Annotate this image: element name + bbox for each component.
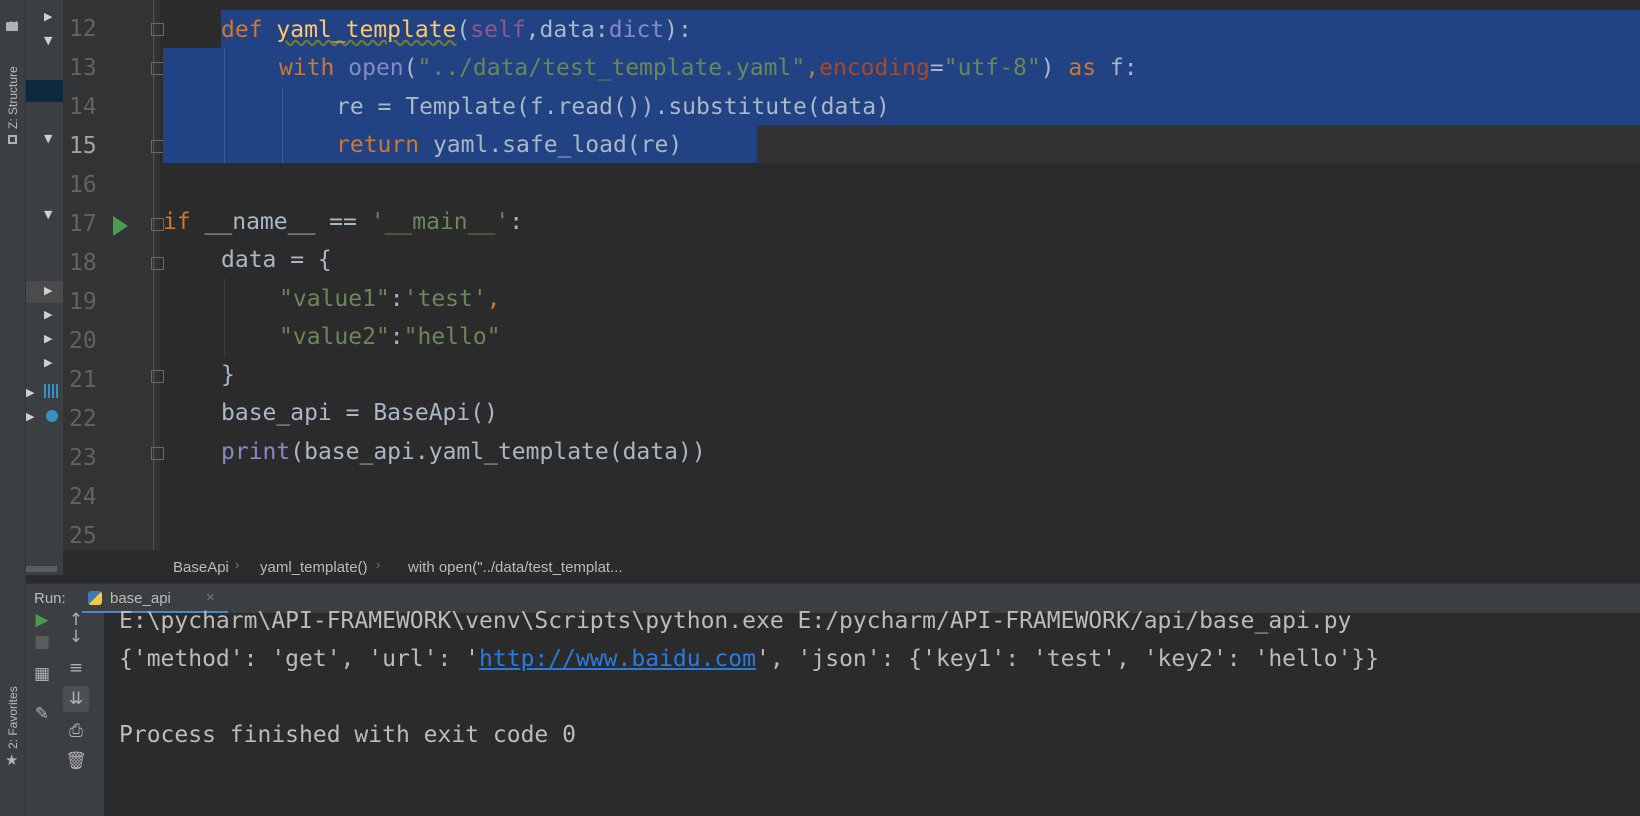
soft-wrap-icon[interactable]: ≡ — [63, 655, 89, 681]
structure-panel: ▶ ▼ ▼ ▼ ▶ ▶ ▶ ▶ ▶ ▶ — [26, 0, 63, 575]
collapse-arrow-icon[interactable]: ▼ — [44, 34, 52, 47]
breadcrumb: BaseApi › yaml_template() › with open(".… — [63, 550, 1640, 584]
expand-arrow-icon[interactable]: ▶ — [44, 356, 52, 369]
collapse-arrow-icon[interactable]: ▼ — [44, 208, 52, 221]
trash-icon[interactable]: 🗑 — [63, 748, 89, 774]
code-line-13: with open("../data/test_template.yaml",e… — [279, 55, 1138, 81]
favorites-label: 2: Favorites — [6, 686, 20, 749]
code-line-20: "value2":"hello" — [279, 324, 501, 350]
expand-arrow-icon[interactable]: ▶ — [26, 386, 34, 399]
breadcrumb-item-method[interactable]: yaml_template() — [260, 559, 368, 576]
run-gutter-icon[interactable] — [113, 216, 128, 236]
indent-guide — [224, 278, 225, 356]
code-editor[interactable]: 12 13 14 15 16 17 18 19 20 21 22 23 24 2… — [63, 0, 1640, 550]
star-icon: ★ — [5, 751, 19, 769]
arrow-down-icon[interactable]: ↓ — [63, 624, 89, 650]
run-toolbar: ▶ ■ ▦ ✎ ↑ ↓ ≡ ⇊ ⎙ 🗑 — [26, 610, 104, 816]
run-label: Run: — [34, 590, 66, 607]
line-number: 13 — [69, 55, 97, 81]
expand-arrow-icon[interactable]: ▶ — [26, 410, 34, 423]
line-number: 17 — [69, 211, 97, 237]
breadcrumb-item-class[interactable]: BaseApi — [173, 559, 229, 576]
breadcrumb-separator: › — [376, 557, 381, 572]
expand-arrow-icon[interactable]: ▶ — [44, 332, 52, 345]
line-number: 22 — [69, 406, 97, 432]
code-line-14: re = Template(f.read()).substitute(data) — [336, 94, 890, 120]
line-number: 21 — [69, 367, 97, 393]
line-number: 23 — [69, 445, 97, 471]
code-line-19: "value1":'test', — [279, 286, 501, 312]
expand-arrow-icon[interactable]: ▶ — [44, 284, 52, 297]
code-line-12: def yaml_template(self,data:dict): — [221, 17, 692, 43]
console-output[interactable]: E:\pycharm\API-FRAMEWORK\venv\Scripts\py… — [104, 608, 1640, 816]
code-line-18: data = { — [221, 247, 332, 273]
favorites-tool-button[interactable]: 2: Favorites ★ — [4, 675, 22, 775]
console-exit-line: Process finished with exit code 0 — [119, 722, 576, 748]
indent-guide — [224, 48, 225, 163]
line-number: 20 — [69, 328, 97, 354]
tool-window-strip: 1: Z: Structure 2: Favorites ★ — [0, 0, 26, 816]
line-number: 25 — [69, 523, 97, 549]
structure-tool-button[interactable]: Z: Structure — [4, 55, 22, 150]
expand-arrow-icon[interactable]: ▶ — [44, 10, 52, 23]
breadcrumb-item-with[interactable]: with open("../data/test_templat... — [408, 559, 623, 576]
current-line-number: 15 — [69, 133, 97, 159]
line-number: 18 — [69, 250, 97, 276]
folder-icon — [6, 22, 18, 31]
collapse-arrow-icon[interactable]: ▼ — [44, 132, 52, 145]
structure-selected-row[interactable] — [26, 80, 63, 102]
stop-icon[interactable]: ■ — [29, 629, 55, 655]
run-tab-label: base_api — [110, 590, 171, 607]
indent-guide — [282, 87, 283, 163]
expand-arrow-icon[interactable]: ▶ — [44, 308, 52, 321]
pin-icon[interactable]: ✎ — [29, 701, 55, 727]
console-command-line: E:\pycharm\API-FRAMEWORK\venv\Scripts\py… — [119, 608, 1352, 634]
breadcrumb-separator: › — [235, 557, 240, 572]
close-tab-icon[interactable]: × — [206, 589, 215, 606]
scroll-to-end-icon[interactable]: ⇊ — [63, 686, 89, 712]
print-icon[interactable]: ⎙ — [63, 718, 89, 744]
code-line-21: } — [221, 362, 235, 388]
gutter-divider — [153, 0, 154, 550]
line-number: 19 — [69, 289, 97, 315]
console-result-line: {'method': 'get', 'url': 'http://www.bai… — [119, 646, 1380, 672]
project-tool-button[interactable]: 1: — [4, 2, 22, 36]
structure-icon — [8, 135, 17, 144]
line-number: 16 — [69, 172, 97, 198]
line-number: 14 — [69, 94, 97, 120]
layout-icon[interactable]: ▦ — [29, 661, 55, 687]
console-url-link[interactable]: http://www.baidu.com — [479, 646, 756, 672]
line-number: 24 — [69, 484, 97, 510]
clock-icon[interactable] — [46, 410, 58, 422]
code-line-15: return yaml.safe_load(re) — [336, 132, 683, 158]
current-line-highlight — [757, 125, 1640, 163]
structure-label: Z: Structure — [6, 66, 20, 129]
code-line-17: if __name__ == '__main__': — [163, 209, 524, 235]
line-number: 12 — [69, 16, 97, 42]
python-icon — [88, 591, 102, 605]
bar-chart-icon[interactable] — [44, 384, 60, 398]
code-line-22: base_api = BaseApi() — [221, 400, 498, 426]
code-line-23: print(base_api.yaml_template(data)) — [221, 439, 706, 465]
panel-scrollbar[interactable] — [26, 566, 57, 572]
